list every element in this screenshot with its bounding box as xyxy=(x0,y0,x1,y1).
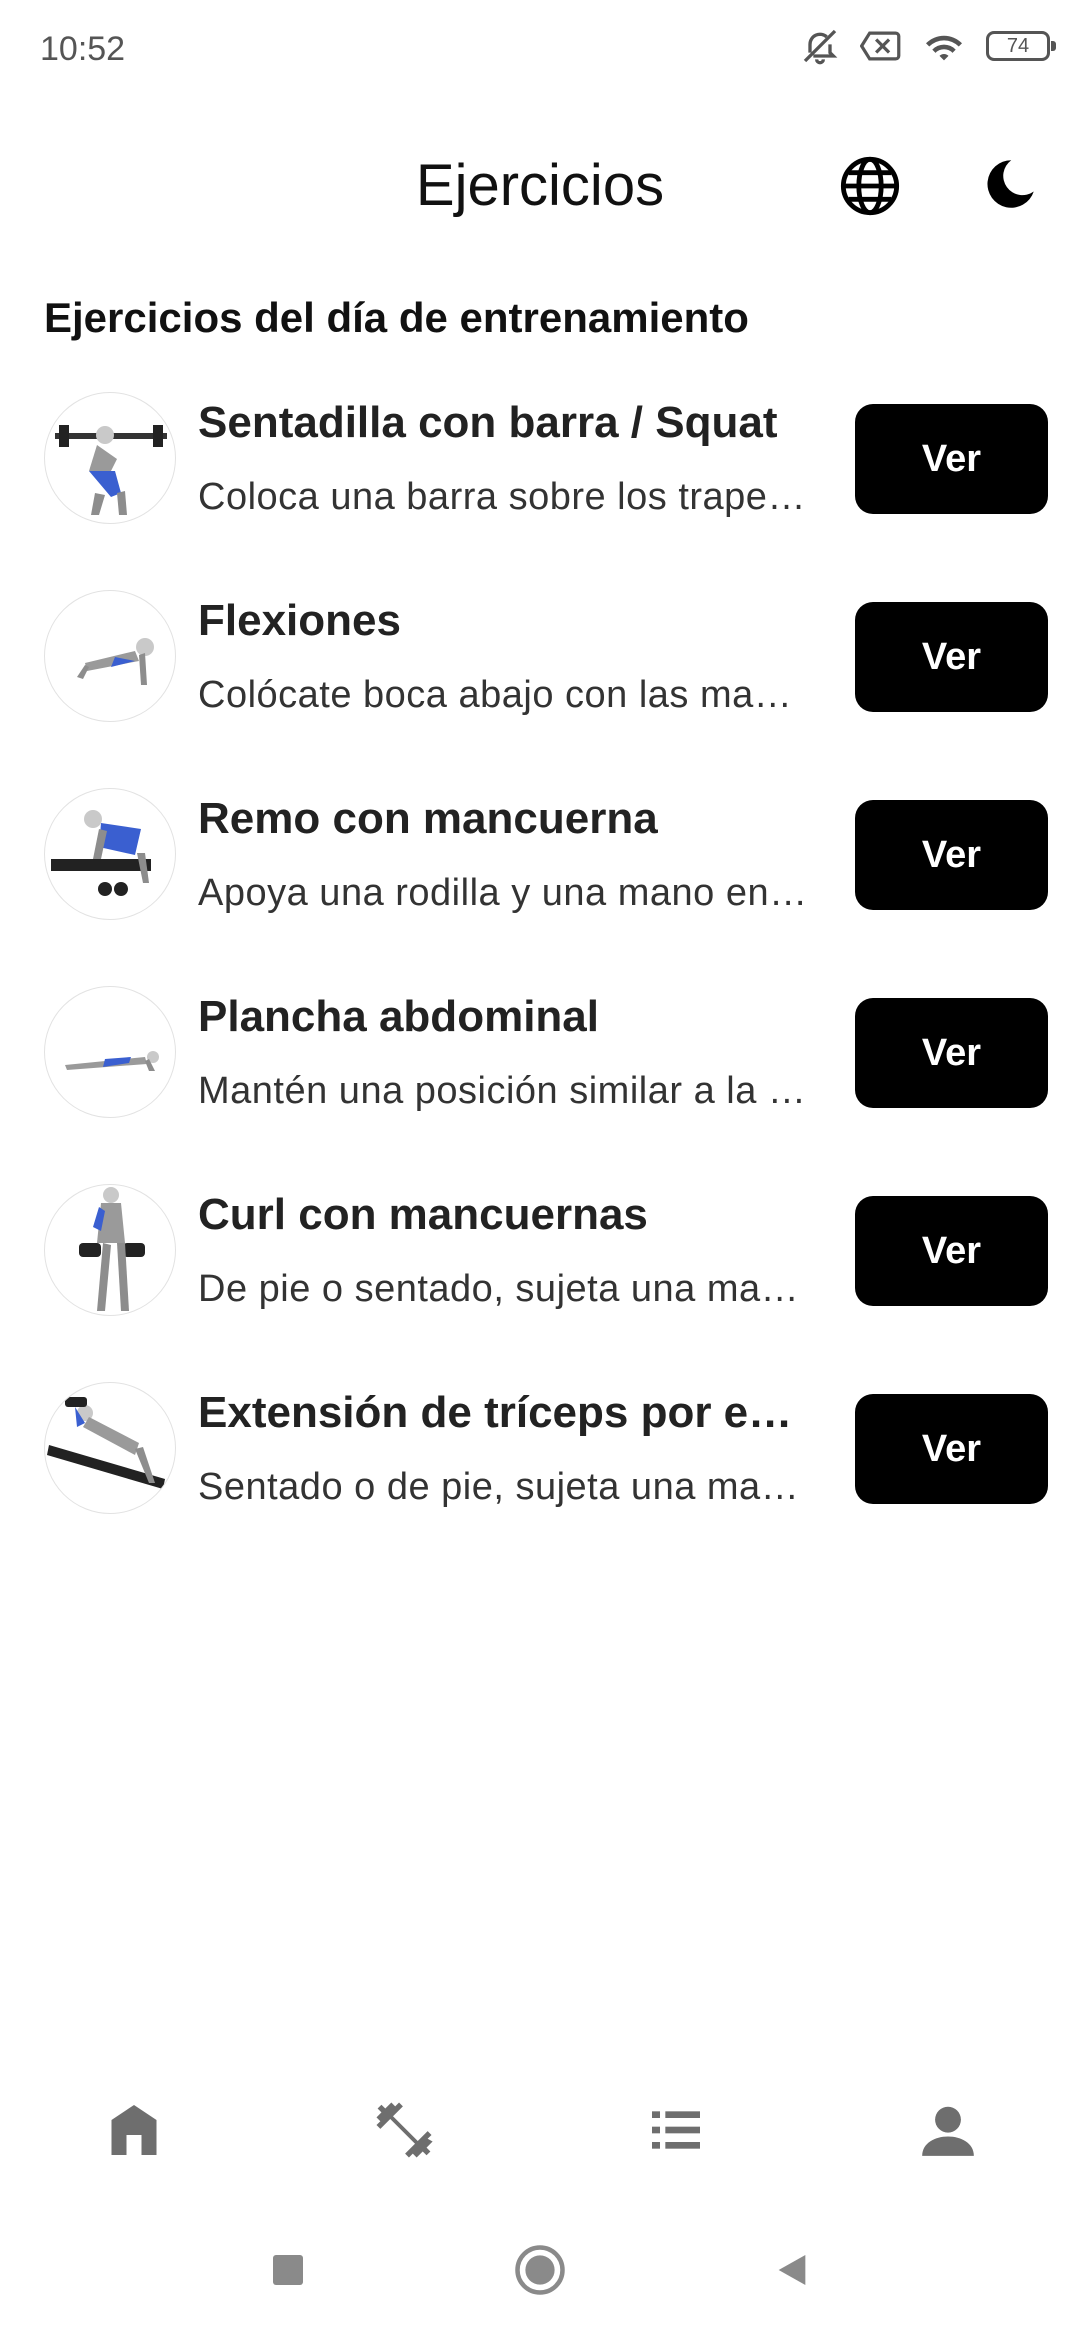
person-icon xyxy=(922,2106,974,2156)
view-button[interactable]: Ver xyxy=(855,1394,1048,1504)
bottom-navigation xyxy=(0,2080,1080,2180)
exercise-thumbnail xyxy=(44,590,176,722)
exercise-row: Sentadilla con barra / Squat Coloca una … xyxy=(0,392,1080,590)
view-button[interactable]: Ver xyxy=(855,800,1048,910)
exercise-name: Flexiones xyxy=(198,596,401,645)
exercise-name: Sentadilla con barra / Squat xyxy=(198,398,778,447)
square-icon xyxy=(273,2255,303,2285)
dumbbell-icon xyxy=(376,2102,433,2158)
nav-home[interactable] xyxy=(94,2090,174,2170)
status-bar: 10:52 74 xyxy=(0,0,1080,96)
exercise-thumbnail xyxy=(44,1184,176,1316)
exercise-name: Remo con mancuerna xyxy=(198,794,658,843)
back-triangle-icon xyxy=(778,2255,806,2285)
nav-list[interactable] xyxy=(636,2090,716,2170)
exercise-description: Apoya una rodilla y una mano en el banco xyxy=(198,872,810,914)
view-button[interactable]: Ver xyxy=(855,1196,1048,1306)
view-button[interactable]: Ver xyxy=(855,998,1048,1108)
exercise-row: Extensión de tríceps por encima de la ca… xyxy=(0,1382,1080,1580)
language-button[interactable] xyxy=(838,154,902,218)
exercise-thumbnail xyxy=(44,1382,176,1514)
circle-icon xyxy=(515,2245,565,2295)
exercise-description: De pie o sentado, sujeta una mancuerna e… xyxy=(198,1268,810,1310)
exercise-description: Colócate boca abajo con las manos apoyad… xyxy=(198,674,810,716)
exercise-name: Curl con mancuernas xyxy=(198,1190,648,1239)
back-button[interactable] xyxy=(762,2240,822,2300)
exercise-row: Curl con mancuernas De pie o sentado, su… xyxy=(0,1184,1080,1382)
battery-level: 74 xyxy=(1006,35,1030,57)
exercise-description: Coloca una barra sobre los trapecios y r… xyxy=(198,476,810,518)
page-title: Ejercicios xyxy=(415,153,665,218)
battery-icon: 74 xyxy=(986,31,1056,61)
view-button[interactable]: Ver xyxy=(855,404,1048,514)
theme-toggle-button[interactable] xyxy=(980,154,1044,218)
section-title: Ejercicios del día de entrenamiento xyxy=(44,294,749,341)
nav-exercises[interactable] xyxy=(364,2090,444,2170)
exercise-name: Plancha abdominal xyxy=(198,992,599,1041)
exercise-thumbnail xyxy=(44,392,176,524)
header: Ejercicios xyxy=(0,140,1080,240)
home-system-button[interactable] xyxy=(510,2240,570,2300)
home-icon xyxy=(111,2105,157,2155)
exercise-row: Plancha abdominal Mantén una posición si… xyxy=(0,986,1080,1184)
exercise-description: Mantén una posición similar a la de una … xyxy=(198,1070,810,1112)
status-time: 10:52 xyxy=(40,30,126,68)
status-icons: 74 xyxy=(800,26,1056,66)
exercise-row: Remo con mancuerna Apoya una rodilla y u… xyxy=(0,788,1080,986)
view-button[interactable]: Ver xyxy=(855,602,1048,712)
exercise-description: Sentado o de pie, sujeta una mancuerna c… xyxy=(198,1466,810,1508)
wifi-icon xyxy=(922,28,966,64)
nav-profile[interactable] xyxy=(908,2090,988,2170)
system-navigation xyxy=(0,2230,1080,2310)
exercise-thumbnail xyxy=(44,986,176,1118)
globe-icon xyxy=(840,156,900,216)
recents-button[interactable] xyxy=(258,2240,318,2300)
sim-off-icon xyxy=(860,29,902,63)
exercise-name: Extensión de tríceps por encima de la ca… xyxy=(198,1388,810,1437)
list-icon xyxy=(652,2111,700,2149)
mute-bell-icon xyxy=(800,26,840,66)
exercise-row: Flexiones Colócate boca abajo con las ma… xyxy=(0,590,1080,788)
moon-icon xyxy=(987,160,1034,208)
exercise-list: Sentadilla con barra / Squat Coloca una … xyxy=(0,392,1080,1580)
exercise-thumbnail xyxy=(44,788,176,920)
